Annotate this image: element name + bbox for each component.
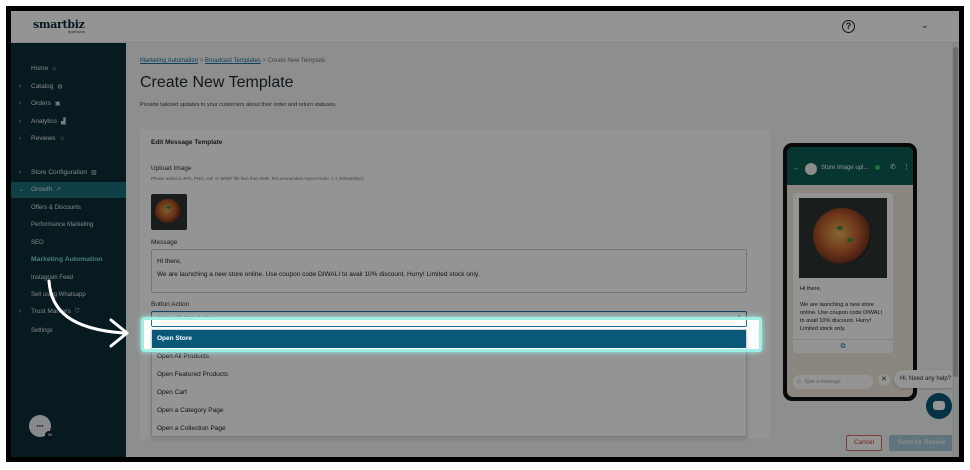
scrollbar-thumb[interactable] — [953, 47, 958, 377]
catalog-icon: ◍ — [57, 84, 63, 90]
help-icon[interactable]: ? — [842, 20, 855, 33]
sidebar-item-reviews[interactable]: › Reviews ☆ — [11, 131, 126, 147]
highlight-box — [141, 317, 762, 352]
phone-call-icon: ✆ — [890, 164, 896, 171]
screenshot-frame: smartbiz by amazon ? ⌄ Home ⌂ › Catalog ◍ … — [6, 6, 964, 462]
sidebar-item-home[interactable]: Home ⌂ — [11, 61, 126, 77]
chevron-right-icon: › — [19, 119, 21, 125]
avatar-badge: 58 — [45, 431, 55, 439]
breadcrumb-link-broadcast-templates[interactable]: Broadcast Templates — [205, 58, 261, 64]
sidebar-item-orders[interactable]: › Orders ▣ — [11, 96, 126, 112]
shield-icon: ⛉ — [74, 309, 80, 315]
breadcrumb-link-marketing-automation[interactable]: Marketing Automation — [140, 58, 198, 64]
orders-icon: ▣ — [54, 101, 61, 107]
sidebar-subitem-marketing-automation[interactable]: Marketing Automation — [31, 253, 103, 267]
whatsapp-preview-phone: ← Store Image upl... ✆ ⋮ Hi there, We ar… — [783, 143, 917, 401]
chevron-down-icon[interactable]: ⌄ — [921, 20, 929, 31]
verified-icon — [875, 165, 880, 170]
uploaded-image-thumbnail[interactable] — [151, 194, 187, 230]
cancel-button[interactable]: Cancel — [846, 435, 882, 451]
message-label: Message — [151, 239, 178, 246]
chevron-right-icon: › — [19, 101, 21, 107]
form-heading: Edit Message Template — [151, 139, 223, 146]
sidebar-item-settings[interactable]: Settings — [31, 324, 53, 338]
external-link-icon: ⧉ — [840, 343, 846, 350]
page-subtitle: Provide tailored updates to your custome… — [140, 102, 337, 108]
smartbiz-logo[interactable]: smartbiz by amazon — [33, 18, 85, 34]
sidebar-item-label: Reviews — [31, 135, 56, 142]
upload-image-label: Upload Image — [151, 165, 192, 172]
sidebar-subitem-seo[interactable]: SEO — [31, 236, 44, 250]
dropdown-option-open-category-page[interactable]: Open a Category Page — [152, 402, 746, 420]
sidebar-item-catalog[interactable]: › Catalog ◍ — [11, 79, 126, 95]
chevron-right-icon: › — [19, 84, 21, 90]
button-action-label: Button Action — [151, 301, 190, 308]
sidebar-subitem-instagram-feed[interactable]: Instagram Feed — [31, 271, 73, 285]
phone-screen: ← Store Image upl... ✆ ⋮ Hi there, We ar… — [787, 147, 913, 397]
message-textarea[interactable]: Hi there, We are launching a new store o… — [151, 249, 747, 293]
sidebar-subitem-offers[interactable]: Offers & Discounts — [31, 201, 81, 215]
home-icon: ⌂ — [52, 66, 56, 72]
send-for-review-button[interactable]: Send for Review — [889, 435, 954, 451]
chevron-right-icon: › — [19, 170, 21, 176]
chat-greeting[interactable]: Hi. Need any help? — [894, 370, 958, 388]
sidebar-item-label: Home — [31, 65, 49, 72]
store-avatar — [805, 163, 817, 175]
message-bubble: Hi there, We are launching a new store o… — [793, 193, 893, 353]
sidebar-item-label: Trust Markers — [31, 308, 71, 315]
sidebar-item-analytics[interactable]: › Analytics ▟ — [11, 114, 126, 130]
sidebar-subitem-performance-marketing[interactable]: Performance Marketing — [31, 218, 93, 232]
close-icon[interactable]: ✕ — [878, 374, 890, 386]
chevron-down-icon: ⌄ — [19, 187, 25, 193]
sidebar-item-label: Analytics — [31, 118, 58, 125]
analytics-icon: ▟ — [61, 119, 66, 125]
food-image — [155, 199, 181, 223]
star-icon: ☆ — [59, 136, 65, 142]
emoji-icon: ☺ — [796, 379, 803, 385]
preview-image — [799, 198, 887, 278]
sidebar-item-growth[interactable]: ⌄ Growth ↗ — [11, 182, 126, 198]
app-screen: smartbiz by amazon ? ⌄ Home ⌂ › Catalog ◍ … — [11, 11, 959, 457]
main-content: Marketing Automation > Broadcast Templat… — [126, 43, 959, 457]
chevron-right-icon: › — [19, 136, 21, 142]
dropdown-option-open-collection-page[interactable]: Open a Collection Page — [152, 420, 746, 438]
template-form-card: Edit Message Template Upload Image Pleas… — [140, 129, 770, 439]
back-arrow-icon: ← — [793, 165, 800, 172]
breadcrumb-separator: > — [262, 58, 266, 64]
breadcrumb-current: Create New Template — [267, 58, 326, 64]
growth-icon: ↗ — [55, 187, 61, 193]
sidebar-item-label: Store Configuration — [31, 169, 88, 176]
preview-message-input: ☺ Type a message — [793, 375, 873, 389]
sidebar-item-label: Orders — [31, 100, 51, 107]
breadcrumb: Marketing Automation > Broadcast Templat… — [140, 58, 325, 64]
chat-contact-name: Store Image upl... — [821, 165, 869, 171]
sidebar-item-store-configuration[interactable]: › Store Configuration ▥ — [11, 165, 126, 181]
store-icon: ▥ — [91, 170, 97, 176]
sidebar-item-label: Growth — [31, 186, 52, 193]
page-title: Create New Template — [140, 74, 294, 91]
top-bar: smartbiz by amazon ? ⌄ — [11, 11, 959, 43]
breadcrumb-separator: > — [199, 58, 204, 64]
preview-message-text: Hi there, We are launching a new store o… — [800, 286, 883, 332]
dropdown-option-open-cart[interactable]: Open Cart — [152, 384, 746, 402]
dropdown-option-open-featured-products[interactable]: Open Featured Products — [152, 366, 746, 384]
sidebar: Home ⌂ › Catalog ◍ › Orders ▣ › Analytics ▟ … — [11, 43, 126, 457]
upload-image-hint: Please select a JPG, PNG, GIF or WebP fi… — [151, 176, 364, 181]
chevron-right-icon: › — [19, 309, 21, 315]
chat-widget-button[interactable] — [926, 393, 952, 419]
more-vertical-icon: ⋮ — [903, 164, 910, 171]
message-line-2: We are launching a new store online. Use… — [157, 271, 480, 278]
message-line-1: Hi there, — [157, 258, 182, 265]
chat-header: ← Store Image upl... ✆ ⋮ — [787, 147, 913, 185]
sidebar-item-label: Catalog — [31, 83, 54, 90]
sidebar-item-trust-markers[interactable]: › Trust Markers ⛉ — [11, 304, 126, 320]
preview-button: ⧉ — [793, 339, 893, 353]
sidebar-subitem-sell-whatsapp[interactable]: Sell using Whatsapp — [31, 288, 86, 302]
scrollbar[interactable] — [952, 43, 959, 457]
